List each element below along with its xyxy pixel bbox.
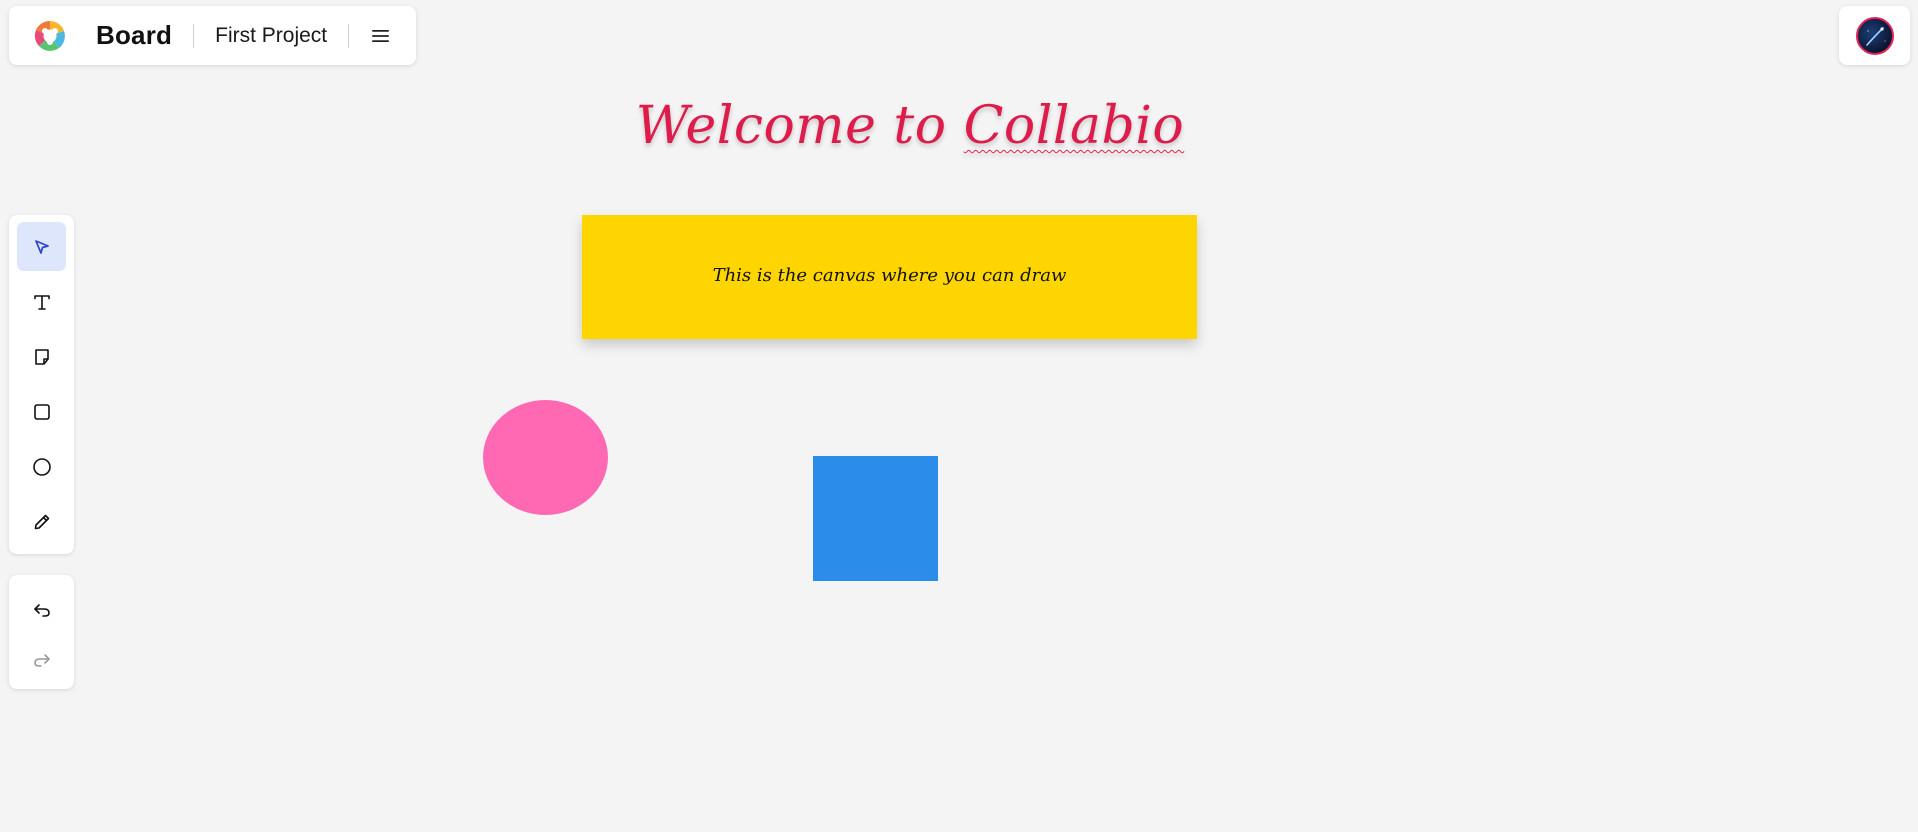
board-title: Board: [96, 20, 173, 50]
header-bar: Board First Project: [9, 6, 416, 65]
welcome-heading[interactable]: Welcome to Collabio: [560, 96, 1260, 156]
cursor-arrow-icon: [34, 239, 49, 254]
history-toolbar: [9, 575, 74, 689]
ellipse-tool-button[interactable]: [17, 442, 66, 491]
user-menu[interactable]: [1839, 6, 1910, 65]
square-icon: [33, 403, 50, 420]
welcome-heading-prefix: Welcome to: [635, 96, 964, 156]
header-divider: [193, 23, 195, 48]
redo-button[interactable]: [17, 635, 66, 685]
sticky-note-icon: [34, 348, 49, 365]
pencil-icon: [34, 514, 49, 529]
user-avatar[interactable]: [1855, 16, 1894, 55]
undo-button[interactable]: [17, 585, 66, 635]
rectangle-tool-button[interactable]: [17, 387, 66, 436]
header-divider: [348, 23, 350, 48]
project-name[interactable]: First Project: [215, 24, 327, 48]
hamburger-menu-icon[interactable]: [368, 23, 394, 49]
welcome-heading-brand: Collabio: [963, 96, 1185, 156]
select-tool-button[interactable]: [17, 222, 66, 271]
sticky-note[interactable]: This is the canvas where you can draw: [582, 215, 1197, 339]
sticky-note-tool-button[interactable]: [17, 332, 66, 381]
rectangle-shape[interactable]: [813, 456, 938, 581]
ellipse-shape[interactable]: [483, 400, 608, 515]
app-logo-icon[interactable]: [33, 19, 67, 53]
pen-tool-button[interactable]: [17, 497, 66, 546]
tools-toolbar: [9, 215, 74, 554]
circle-icon: [32, 457, 51, 476]
text-tool-button[interactable]: [17, 277, 66, 326]
board-canvas[interactable]: Board First Project Welcome to Collabio …: [0, 0, 1918, 832]
sticky-note-text: This is the canvas where you can draw: [712, 264, 1067, 286]
undo-icon: [33, 604, 50, 617]
text-icon: [33, 294, 50, 310]
redo-icon: [33, 654, 50, 667]
